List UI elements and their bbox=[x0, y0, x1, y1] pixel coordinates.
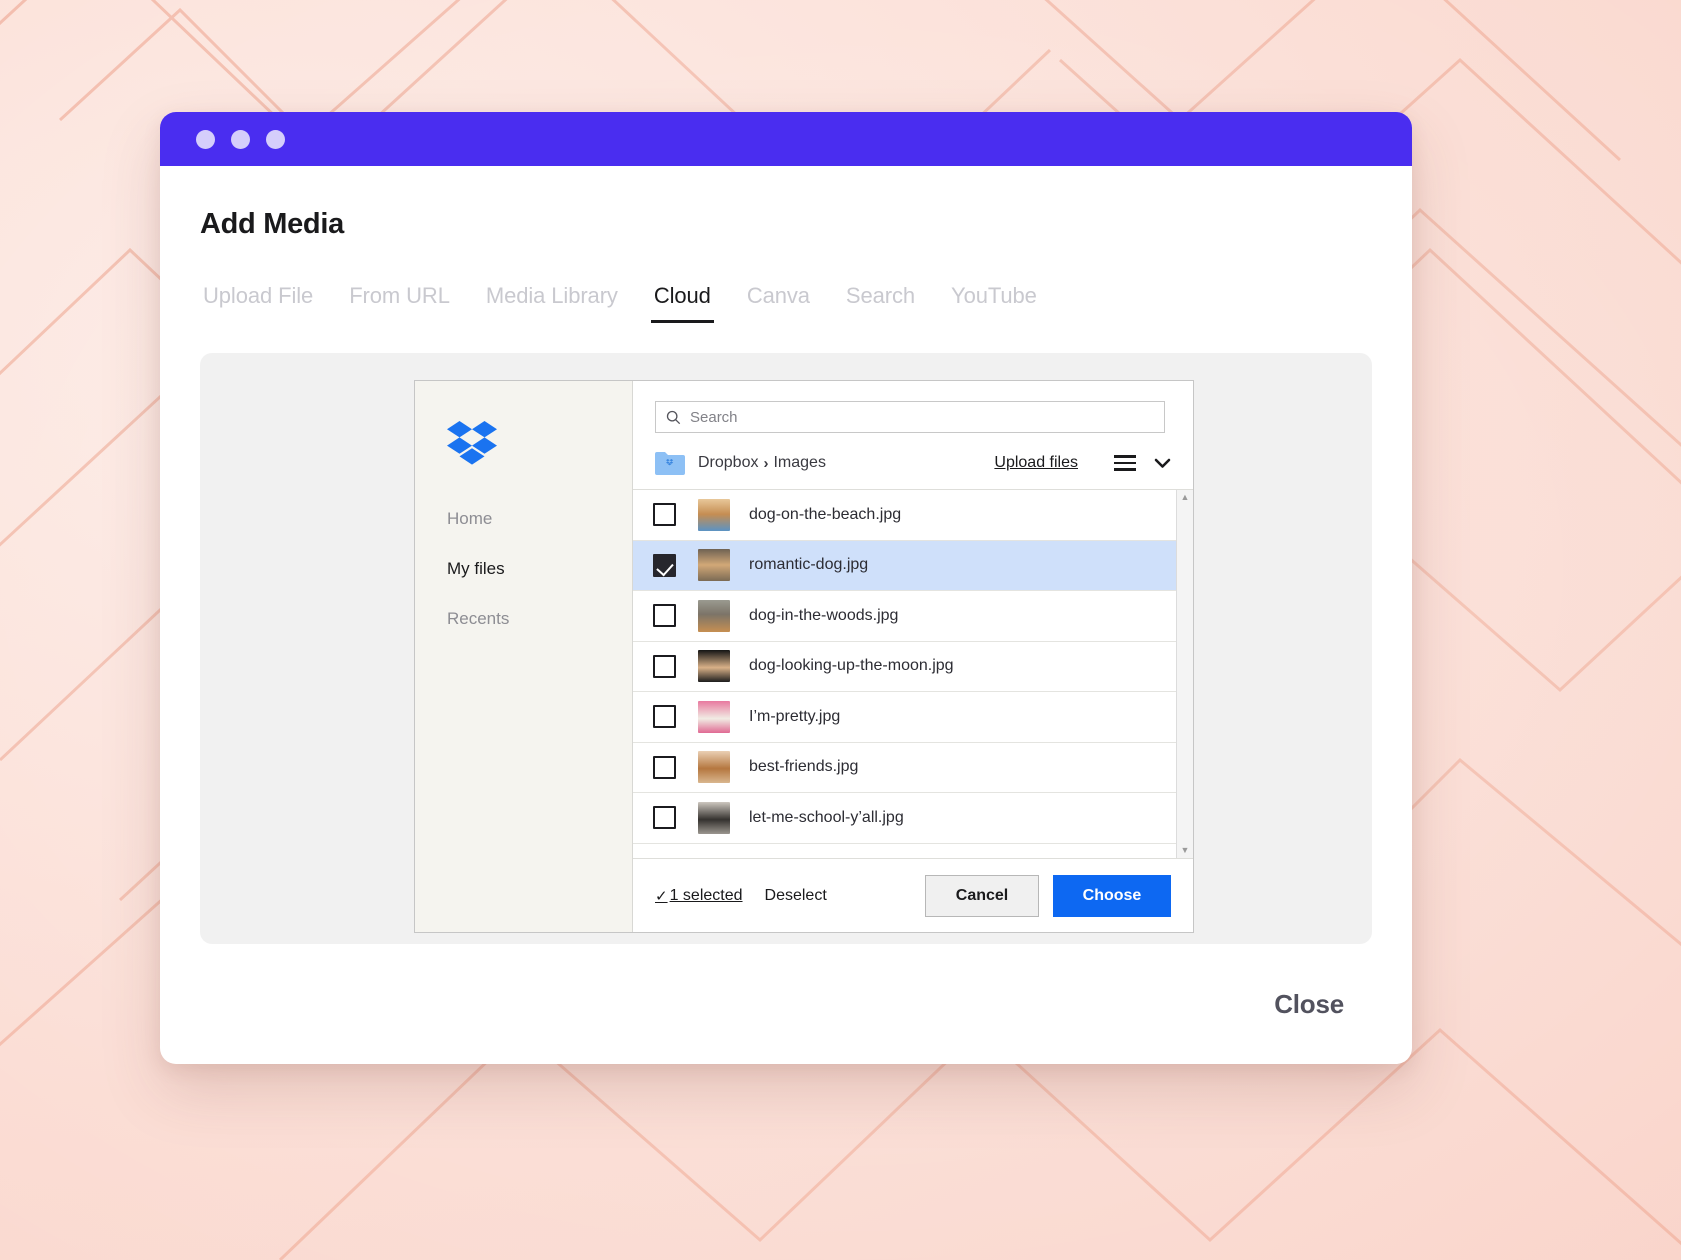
row-checkbox[interactable] bbox=[653, 806, 676, 830]
breadcrumb-root[interactable]: Dropbox bbox=[698, 454, 758, 472]
file-name: dog-looking-up-the-moon.jpg bbox=[749, 657, 954, 675]
search-placeholder: Search bbox=[690, 408, 738, 426]
search-input[interactable]: Search bbox=[655, 401, 1165, 433]
window-titlebar bbox=[160, 112, 1412, 166]
check-icon: ✓ bbox=[655, 887, 668, 905]
page-title: Add Media bbox=[200, 208, 344, 240]
selected-count-label: 1 selected bbox=[669, 886, 743, 904]
table-row[interactable]: dog-on-the-beach.jpg bbox=[633, 490, 1176, 541]
file-list-region: dog-on-the-beach.jpg romantic-dog.jpg do… bbox=[633, 490, 1193, 859]
window-dot-maximize[interactable] bbox=[266, 129, 285, 149]
choose-button[interactable]: Choose bbox=[1053, 874, 1171, 917]
row-checkbox[interactable] bbox=[653, 755, 676, 779]
table-row[interactable]: romantic-dog.jpg bbox=[633, 540, 1176, 591]
row-checkbox[interactable] bbox=[653, 503, 676, 527]
file-thumbnail bbox=[698, 700, 730, 733]
dropbox-sidebar: Home My files Recents bbox=[415, 381, 633, 932]
sidebar-item-my-files[interactable]: My files bbox=[447, 559, 632, 579]
folder-icon bbox=[655, 452, 685, 475]
file-thumbnail bbox=[698, 801, 730, 834]
file-thumbnail bbox=[698, 549, 730, 582]
row-checkbox[interactable] bbox=[653, 654, 676, 678]
cloud-stage: Home My files Recents Search Dropbox › I… bbox=[200, 353, 1372, 944]
dropbox-search-row: Search bbox=[633, 381, 1193, 433]
breadcrumb-separator: › bbox=[763, 454, 769, 472]
selected-count[interactable]: ✓ 1 selected bbox=[655, 887, 743, 905]
window-dot-close[interactable] bbox=[196, 129, 215, 149]
sidebar-item-recents[interactable]: Recents bbox=[447, 609, 632, 629]
tab-search[interactable]: Search bbox=[843, 283, 918, 323]
file-name: dog-in-the-woods.jpg bbox=[749, 606, 899, 624]
tab-bar: Upload File From URL Media Library Cloud… bbox=[200, 283, 1372, 323]
list-view-icon[interactable] bbox=[1114, 455, 1136, 471]
dropbox-logo-icon bbox=[447, 421, 497, 465]
cancel-button[interactable]: Cancel bbox=[925, 874, 1039, 917]
table-row[interactable]: dog-in-the-woods.jpg bbox=[633, 591, 1176, 642]
breadcrumb-current[interactable]: Images bbox=[773, 454, 825, 472]
dropbox-chooser: Home My files Recents Search Dropbox › I… bbox=[414, 380, 1194, 933]
dropbox-main: Search Dropbox › Images Upload files dog… bbox=[633, 381, 1193, 932]
upload-files-link[interactable]: Upload files bbox=[994, 454, 1078, 472]
scrollbar-track[interactable] bbox=[1177, 502, 1193, 846]
sidebar-item-home[interactable]: Home bbox=[447, 509, 632, 529]
window-dot-minimize[interactable] bbox=[231, 129, 250, 149]
row-checkbox[interactable] bbox=[653, 553, 676, 577]
scroll-down-arrow[interactable]: ▼ bbox=[1181, 846, 1190, 855]
window-body: Add Media Upload File From URL Media Lib… bbox=[160, 166, 1412, 1064]
file-thumbnail bbox=[698, 599, 730, 632]
scroll-up-arrow[interactable]: ▲ bbox=[1181, 493, 1190, 502]
file-name: romantic-dog.jpg bbox=[749, 556, 869, 574]
table-row[interactable]: dog-looking-up-the-moon.jpg bbox=[633, 641, 1176, 692]
chevron-down-icon[interactable] bbox=[1154, 458, 1171, 469]
chooser-footer: ✓ 1 selected Deselect Cancel Choose bbox=[633, 859, 1193, 932]
tab-cloud[interactable]: Cloud bbox=[650, 283, 714, 323]
tab-canva[interactable]: Canva bbox=[744, 283, 813, 323]
breadcrumb: Dropbox › Images Upload files bbox=[633, 433, 1193, 490]
deselect-button[interactable]: Deselect bbox=[765, 887, 827, 905]
table-row[interactable]: best-friends.jpg bbox=[633, 742, 1176, 793]
close-button[interactable]: Close bbox=[1274, 989, 1344, 1020]
tab-from-url[interactable]: From URL bbox=[346, 283, 453, 323]
table-row[interactable]: I’m-pretty.jpg bbox=[633, 692, 1176, 743]
row-checkbox[interactable] bbox=[653, 705, 676, 729]
app-window: Add Media Upload File From URL Media Lib… bbox=[160, 112, 1412, 1064]
file-list-scrollbar[interactable]: ▲ ▼ bbox=[1176, 490, 1193, 858]
row-checkbox[interactable] bbox=[653, 604, 676, 628]
file-name: I’m-pretty.jpg bbox=[749, 707, 841, 725]
file-thumbnail bbox=[698, 650, 730, 683]
window-footer: Close bbox=[200, 944, 1372, 1064]
file-thumbnail bbox=[698, 751, 730, 784]
tab-upload-file[interactable]: Upload File bbox=[200, 283, 316, 323]
file-name: best-friends.jpg bbox=[749, 758, 859, 776]
table-row[interactable]: let-me-school-y’all.jpg bbox=[633, 793, 1176, 844]
file-list: dog-on-the-beach.jpg romantic-dog.jpg do… bbox=[633, 490, 1176, 858]
tab-youtube[interactable]: YouTube bbox=[948, 283, 1040, 323]
file-thumbnail bbox=[698, 498, 730, 531]
file-name: dog-on-the-beach.jpg bbox=[749, 505, 902, 523]
file-name: let-me-school-y’all.jpg bbox=[749, 808, 904, 826]
tab-media-library[interactable]: Media Library bbox=[483, 283, 621, 323]
search-icon bbox=[666, 410, 681, 424]
